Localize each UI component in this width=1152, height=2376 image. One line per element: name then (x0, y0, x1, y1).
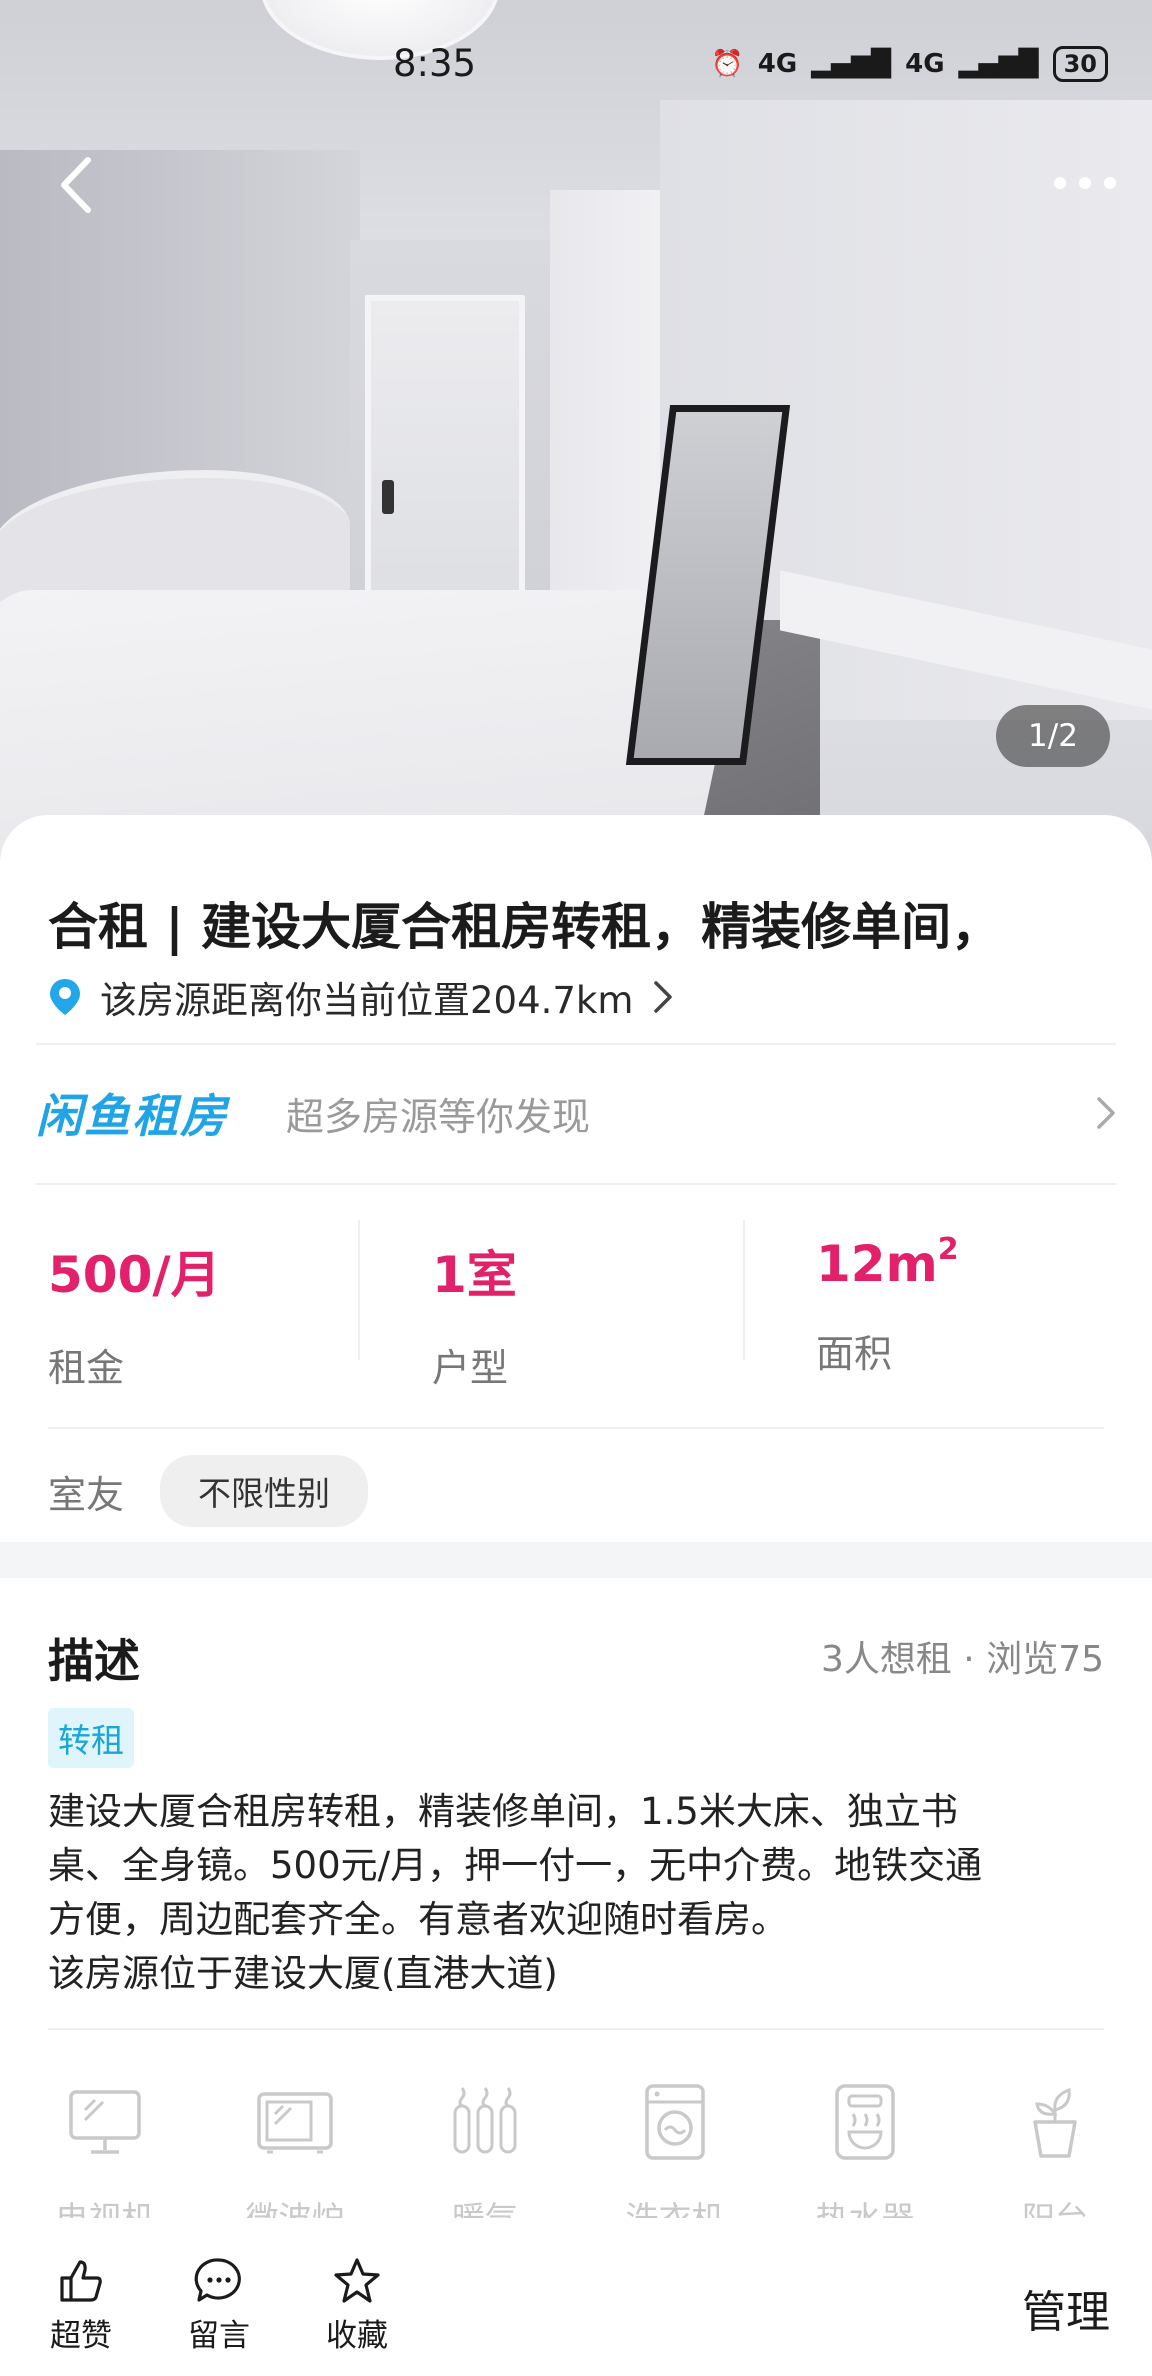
location-pin-icon (50, 979, 80, 1015)
listing-photo[interactable]: 8:35 ⏰ 4G ▂▄▆█ 4G ▂▄▆█ 30 1/2 (0, 0, 1152, 860)
amenity-washer: 洗衣机 (600, 2080, 750, 2220)
stat-layout: 1室 户型 (432, 1235, 816, 1395)
chevron-right-icon (654, 981, 673, 1013)
area-label: 面积 (816, 1332, 893, 1376)
location-row[interactable]: 该房源距离你当前位置204.7km (48, 970, 675, 1024)
signal-icon: 4G (757, 49, 798, 79)
amenities-row: 电视机 微波炉 暖气 洗衣机 (30, 2080, 1130, 2220)
thumbs-up-icon (60, 2260, 102, 2302)
area-unit-superscript: 2 (937, 1232, 959, 1268)
brand-slogan: 超多房源等你发现 (286, 1094, 591, 1139)
description-line: 方便，周边配套齐全。有意者欢迎随时看房。 (48, 1898, 788, 1941)
favorite-label: 收藏 (326, 2318, 388, 2354)
status-time: 8:35 (393, 42, 477, 85)
brand-banner[interactable]: 闲鱼租房 超多房源等你发现 (36, 1043, 1118, 1183)
amenity-microwave: 微波炉 (220, 2080, 370, 2220)
water-heater-icon (835, 2084, 895, 2160)
description-line: 该房源位于建设大厦(直港大道) (48, 1952, 558, 1995)
divider (48, 1427, 1104, 1429)
listing-title: 合租 | 建设大厦合租房转租，精装修单间， (48, 898, 1002, 956)
chevron-left-icon (61, 157, 91, 213)
favorite-button[interactable]: 收藏 (312, 2256, 402, 2355)
layout-value: 1室 (432, 1246, 517, 1304)
description-body: 建设大厦合租房转租，精装修单间，1.5米大床、独立书 桌、全身镜。500元/月，… (48, 1785, 1108, 2001)
divider (48, 2028, 1104, 2030)
description-line: 桌、全身镜。500元/月，押一付一，无中介费。地铁交通 (48, 1844, 983, 1887)
roommate-label: 室友 (48, 1472, 125, 1517)
amenity-label: 洗衣机 (626, 2192, 725, 2218)
amenity-label: 热水器 (816, 2192, 915, 2218)
amenity-tv: 电视机 (30, 2080, 180, 2220)
area-value: 12m2 (816, 1232, 1108, 1293)
like-button[interactable]: 超赞 (36, 2256, 126, 2355)
location-distance-text: 该房源距离你当前位置204.7km (100, 979, 634, 1022)
amenity-label: 电视机 (56, 2192, 155, 2218)
washing-machine-icon (645, 2084, 705, 2160)
alarm-icon: ⏰ (711, 49, 744, 79)
balcony-plant-icon (1033, 2087, 1077, 2158)
section-gap (0, 1542, 1152, 1578)
roommate-chip: 不限性别 (160, 1455, 369, 1527)
stat-separator (358, 1220, 360, 1360)
amenity-label: 阳台 (1022, 2192, 1088, 2218)
listing-info-sheet: 合租 | 建设大厦合租房转租，精装修单间， 该房源距离你当前位置204.7km … (0, 815, 1152, 1545)
photo-counter: 1/2 (996, 705, 1110, 767)
comment-label: 留言 (188, 2318, 250, 2354)
radiator-icon (453, 2087, 517, 2154)
tv-icon (69, 2090, 141, 2154)
sublet-tag: 转租 (48, 1708, 134, 1768)
rent-label: 租金 (48, 1346, 125, 1390)
stat-separator (743, 1220, 745, 1360)
signal-icon-2: 4G (905, 49, 945, 79)
battery-icon: 30 (1052, 46, 1108, 82)
stat-area: 12m2 面积 (816, 1232, 1108, 1395)
chevron-right-icon (1097, 1097, 1115, 1129)
like-label: 超赞 (50, 2318, 112, 2354)
description-line: 建设大厦合租房转租，精装修单间，1.5米大床、独立书 (48, 1790, 958, 1833)
amenity-label: 微波炉 (246, 2192, 345, 2218)
amenity-balcony: 阳台 (980, 2080, 1130, 2220)
back-button[interactable] (52, 150, 102, 220)
rent-value: 500/月 (48, 1246, 221, 1304)
comment-button[interactable]: 留言 (174, 2256, 264, 2355)
brand-logo: 闲鱼租房 (36, 1089, 228, 1143)
description-meta: 3人想租 · 浏览75 (820, 1639, 1104, 1680)
signal-bars-icon: ▂▄▆█ (811, 49, 892, 79)
divider (36, 1183, 1116, 1185)
roommate-row: 室友 不限性别 (48, 1455, 369, 1527)
comment-bubble-icon (194, 2258, 241, 2302)
amenity-label: 暖气 (452, 2192, 518, 2218)
star-icon (334, 2258, 380, 2303)
bottom-action-bar: 超赞 留言 收藏 管理 (0, 2220, 1152, 2376)
area-number: 12m (816, 1235, 938, 1293)
amenity-water-heater: 热水器 (790, 2080, 940, 2220)
signal-bars-icon-2: ▂▄▆█ (958, 49, 1039, 79)
listing-stats: 500/月 租金 1室 户型 12m2 面积 (48, 1232, 1108, 1395)
more-options-button[interactable] (1050, 168, 1120, 198)
manage-button[interactable]: 管理 (1022, 2276, 1110, 2340)
layout-label: 户型 (432, 1346, 509, 1390)
photo-door-handle (382, 480, 394, 514)
stat-rent: 500/月 租金 (48, 1235, 432, 1395)
description-title: 描述 (48, 1634, 140, 1688)
amenity-heating: 暖气 (410, 2080, 560, 2220)
status-icons: ⏰ 4G ▂▄▆█ 4G ▂▄▆█ 30 (711, 46, 1108, 82)
more-dots-icon (1054, 177, 1116, 189)
microwave-icon (257, 2092, 333, 2154)
